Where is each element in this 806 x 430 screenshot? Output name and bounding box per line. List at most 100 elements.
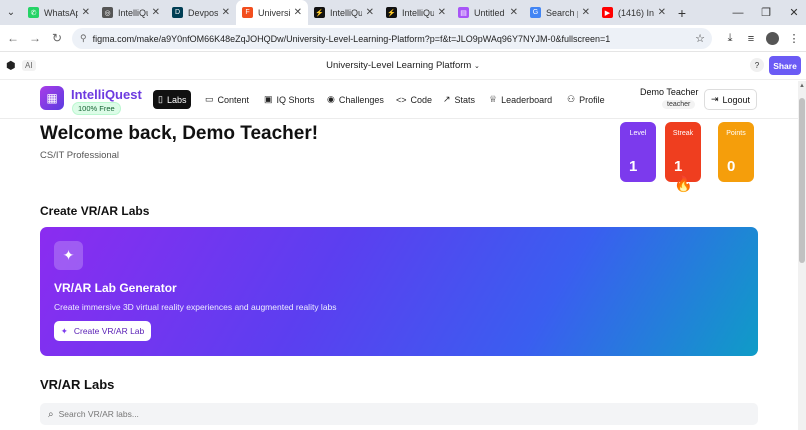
- tab-favicon-icon: ⚡: [386, 7, 397, 18]
- nav-label: Profile: [579, 94, 605, 105]
- forward-icon[interactable]: →: [24, 27, 46, 49]
- lab-search-box: ⌕: [40, 403, 758, 425]
- nav-icon: ▭: [205, 94, 214, 104]
- stat-card-streak: Streak 1🔥: [665, 122, 701, 193]
- nav-icon: ♕: [489, 94, 498, 104]
- browser-tab[interactable]: G Search pa ✕: [524, 0, 596, 25]
- nav-item-code[interactable]: <> Code: [391, 90, 437, 109]
- restore-icon[interactable]: ❐: [752, 0, 780, 25]
- scrollbar-thumb[interactable]: [799, 98, 805, 263]
- browser-tab[interactable]: D Devpost ✕: [166, 0, 236, 25]
- logout-label: Logout: [722, 94, 751, 105]
- stat-value: 1: [629, 158, 638, 175]
- create-lab-label: Create VR/AR Lab: [73, 326, 145, 336]
- close-tab-icon[interactable]: ✕: [438, 7, 446, 18]
- browser-tab[interactable]: F University ✕: [236, 0, 308, 25]
- site-info-icon[interactable]: ⚲: [80, 33, 87, 44]
- back-icon[interactable]: ←: [2, 27, 24, 49]
- browser-tab[interactable]: ⚡ IntelliQuest ✕: [380, 0, 452, 25]
- browser-tab[interactable]: ◎ IntelliQuest ✕: [96, 0, 166, 25]
- app-viewport: ▦ IntelliQuest 100% Free ▯ Labs ▭ Content ▣ I…: [0, 81, 806, 430]
- tab-title: IntelliQuest: [402, 7, 434, 18]
- share-button[interactable]: Share: [769, 56, 801, 75]
- nav-icon: <>: [396, 94, 407, 105]
- tab-favicon-icon: F: [242, 7, 253, 18]
- tab-title: Untitled: [474, 7, 505, 18]
- nav-label: Challenges: [338, 94, 384, 105]
- logout-icon: ⇥: [710, 94, 719, 104]
- browser-tab[interactable]: ▶ (1416) Ins ✕: [596, 0, 672, 25]
- generator-title: VR/AR Lab Generator: [54, 281, 177, 295]
- brand-name[interactable]: IntelliQuest: [71, 87, 142, 102]
- tab-favicon-icon: ⚡: [314, 7, 325, 18]
- close-tab-icon[interactable]: ✕: [658, 7, 666, 18]
- profile-avatar-icon[interactable]: [762, 28, 782, 49]
- tab-favicon-icon: ✆: [28, 7, 39, 18]
- sparkles-icon: ✦: [54, 241, 83, 270]
- labs-section-title: VR/AR Labs: [40, 377, 115, 392]
- user-name: Demo Teacher: [640, 87, 699, 97]
- reload-icon[interactable]: ↻: [46, 27, 68, 49]
- nav-item-iq-shorts[interactable]: ▣ IQ Shorts: [259, 90, 320, 109]
- browser-tab[interactable]: ✆ WhatsApp ✕: [22, 0, 96, 25]
- help-button[interactable]: ?: [750, 58, 764, 72]
- download-icon[interactable]: ⤓: [720, 28, 740, 49]
- tab-title: Devpost: [188, 7, 218, 18]
- tab-title: University: [258, 7, 290, 18]
- stat-card-level: Level 1: [620, 122, 656, 182]
- tab-favicon-icon: ▶: [602, 7, 613, 18]
- search-input[interactable]: [58, 409, 659, 419]
- page-title: Welcome back, Demo Teacher!: [40, 123, 319, 144]
- create-vr-ar-lab-button[interactable]: ✦ Create VR/AR Lab: [54, 321, 151, 341]
- media-control-icon[interactable]: ≡: [741, 28, 761, 49]
- nav-item-stats[interactable]: ↗ Stats: [438, 90, 480, 109]
- search-icon: ⌕: [48, 408, 54, 420]
- browser-tab[interactable]: ▤ Untitled ✕: [452, 0, 524, 25]
- nav-item-labs[interactable]: ▯ Labs: [153, 90, 192, 109]
- nav-item-content[interactable]: ▭ Content: [200, 90, 254, 109]
- minimize-icon[interactable]: —: [724, 0, 752, 25]
- new-tab-button[interactable]: +: [672, 5, 692, 21]
- browser-tab-strip: ⌄ ✆ WhatsApp ✕ ◎ IntelliQuest ✕ D Devpost ✕ F Univ…: [0, 0, 806, 25]
- figma-file-title[interactable]: University-Level Learning Platform ⌄: [0, 60, 806, 71]
- nav-label: Content: [217, 94, 250, 105]
- browser-tab[interactable]: ⚡ IntelliQuest ✕: [308, 0, 380, 25]
- address-bar: ← → ↻ ⚲ figma.com/make/a9Y0nfOM66K48eZqJ…: [0, 25, 806, 52]
- brand-logo-icon[interactable]: ▦: [40, 86, 64, 110]
- figma-toolbar: ⬢ AI University-Level Learning Platform …: [0, 52, 806, 80]
- nav-item-leaderboard[interactable]: ♕ Leaderboard: [484, 90, 557, 109]
- close-tab-icon[interactable]: ✕: [582, 7, 590, 18]
- scroll-up-icon[interactable]: ▲: [799, 83, 805, 89]
- nav-icon: ▣: [264, 94, 273, 104]
- close-tab-icon[interactable]: ✕: [152, 7, 160, 18]
- tab-title: WhatsApp: [44, 7, 78, 18]
- nav-label: Leaderboard: [501, 94, 553, 105]
- close-window-icon[interactable]: ✕: [780, 0, 806, 25]
- close-tab-icon[interactable]: ✕: [82, 7, 90, 18]
- tab-favicon-icon: ▤: [458, 7, 469, 18]
- user-role-badge: teacher: [662, 100, 696, 109]
- tab-favicon-icon: ◎: [102, 7, 113, 18]
- nav-icon: ↗: [443, 94, 451, 104]
- nav-icon: ▯: [158, 94, 163, 104]
- close-tab-icon[interactable]: ✕: [366, 7, 374, 18]
- stat-label: Level: [629, 130, 647, 137]
- browser-menu-icon[interactable]: ⋮: [784, 28, 804, 49]
- nav-item-challenges[interactable]: ◉ Challenges: [322, 90, 389, 109]
- tab-title: (1416) Ins: [618, 7, 654, 18]
- plan-badge: 100% Free: [72, 102, 121, 115]
- logout-button[interactable]: ⇥ Logout: [704, 89, 757, 110]
- close-tab-icon[interactable]: ✕: [222, 7, 230, 18]
- stat-card-points: Points 0: [718, 122, 754, 182]
- close-tab-icon[interactable]: ✕: [294, 7, 302, 18]
- stat-value: 1🔥: [674, 158, 693, 193]
- sparkles-icon: ✦: [60, 325, 68, 336]
- nav-item-profile[interactable]: ⚇ Profile: [562, 90, 610, 109]
- tab-search-icon[interactable]: ⌄: [0, 0, 22, 25]
- chevron-down-icon: ⌄: [473, 63, 480, 70]
- close-tab-icon[interactable]: ✕: [510, 7, 518, 18]
- nav-label: Stats: [454, 94, 476, 105]
- url-field[interactable]: ⚲ figma.com/make/a9Y0nfOM66K48eZqJOHQDw/…: [72, 28, 712, 49]
- tab-title: IntelliQuest: [330, 7, 362, 18]
- bookmark-star-icon[interactable]: ☆: [690, 28, 710, 49]
